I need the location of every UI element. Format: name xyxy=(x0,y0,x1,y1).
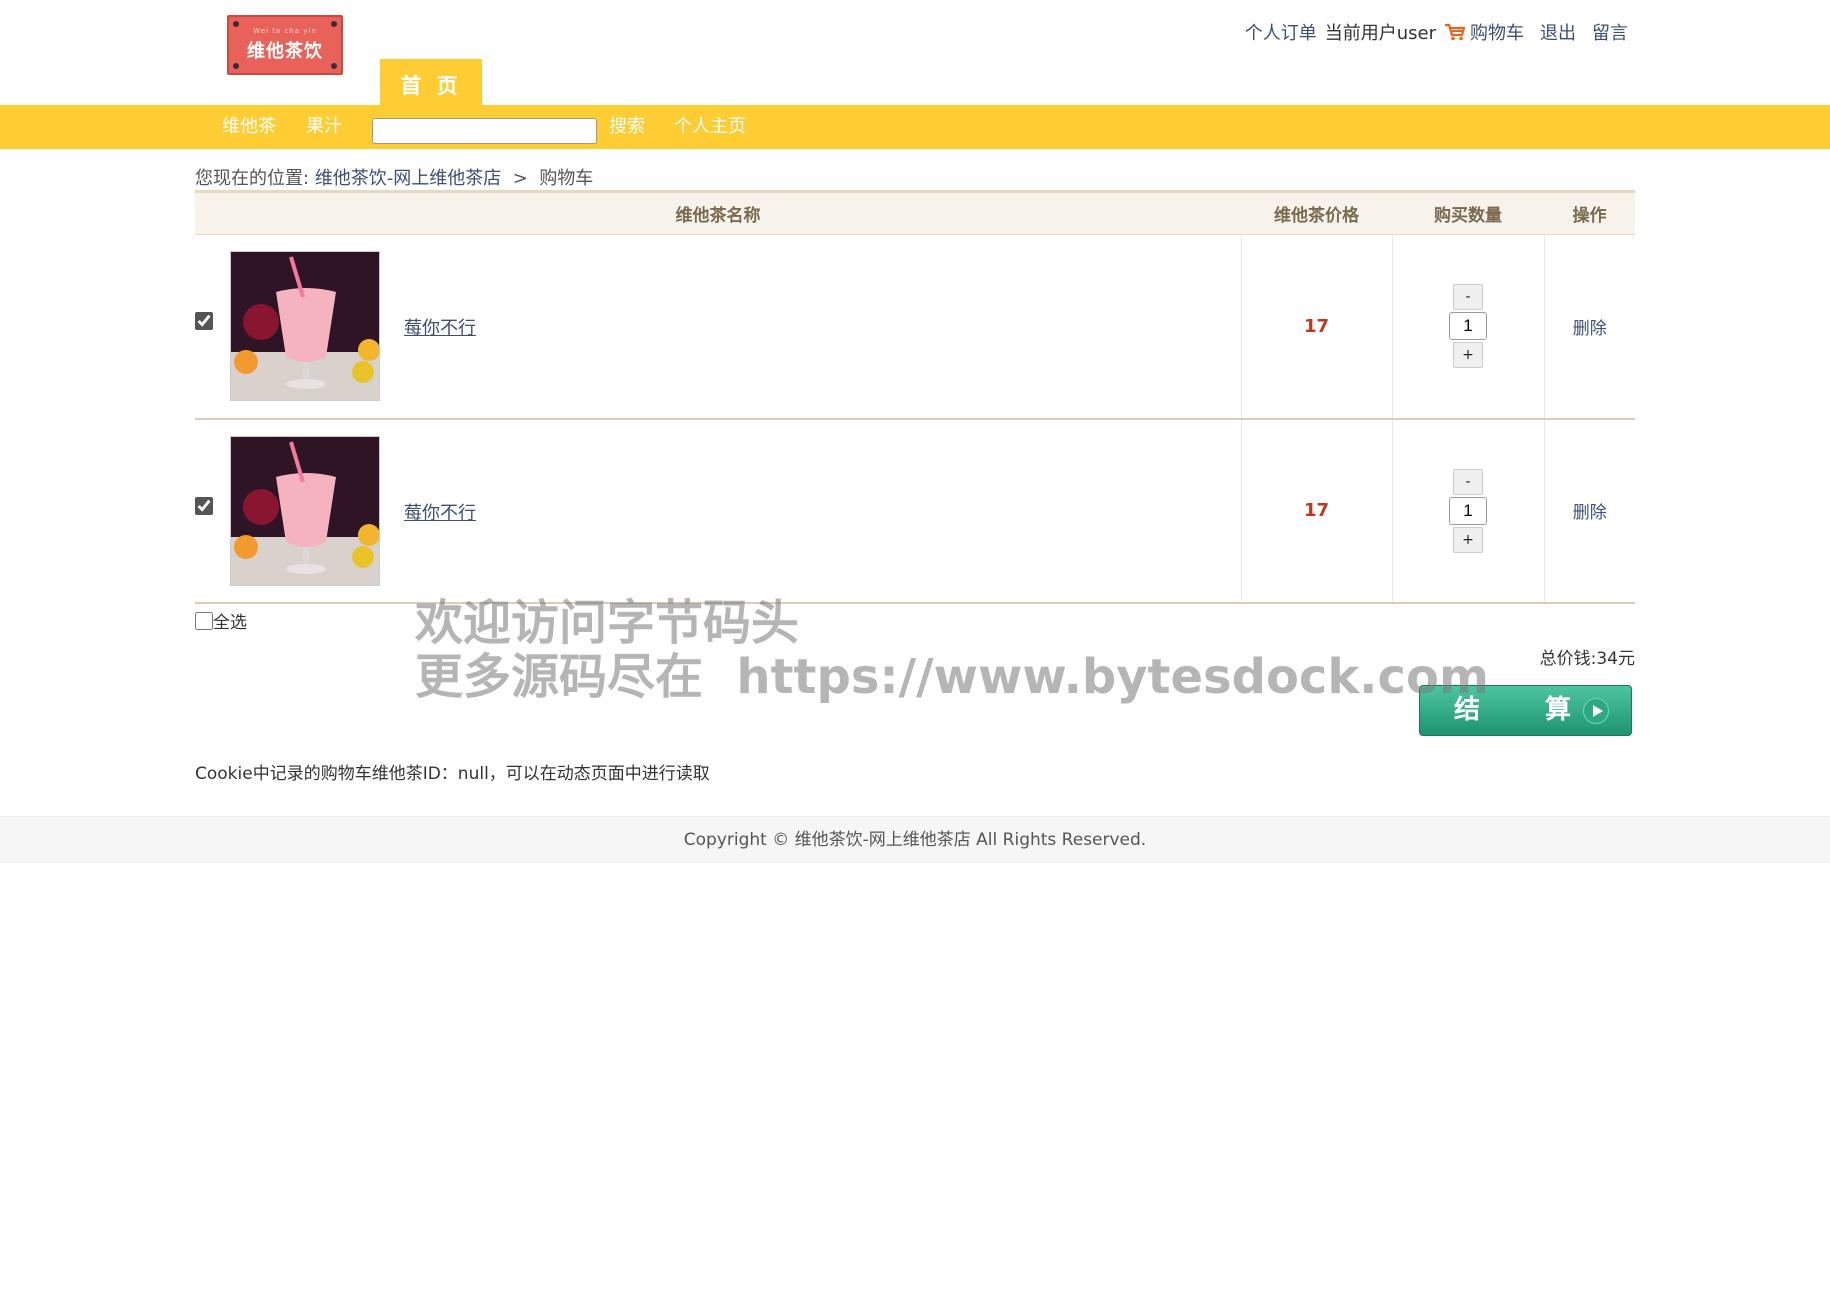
breadcrumb-home-link[interactable]: 维他茶饮-网上维他茶店 xyxy=(315,168,502,189)
row-select-checkbox[interactable] xyxy=(195,312,213,331)
logo-dot xyxy=(233,63,239,69)
logo-dot xyxy=(331,63,337,69)
home-tab[interactable]: 首 页 xyxy=(380,59,482,109)
table-row: 莓你不行 17 - + 删除 xyxy=(195,418,1635,604)
top-links: 个人订单 当前用户user 购物车 退出 留言 xyxy=(1229,19,1628,45)
play-arrow-icon xyxy=(1583,698,1609,724)
cart-icon xyxy=(1444,23,1466,41)
product-name-link[interactable]: 莓你不行 xyxy=(404,314,476,340)
logout-link[interactable]: 退出 xyxy=(1540,19,1576,45)
column-header-action: 操作 xyxy=(1544,190,1635,235)
orders-link[interactable]: 个人订单 xyxy=(1245,19,1317,45)
product-cell: 莓你不行 xyxy=(195,418,1241,604)
nav-item-juice[interactable]: 果汁 xyxy=(306,105,342,149)
nav-item-profile[interactable]: 个人主页 xyxy=(674,105,746,149)
watermark: 欢迎访问字节码头 更多源码尽在 https://www.bytesdock.co… xyxy=(415,596,1489,704)
search-input[interactable] xyxy=(372,118,597,144)
total-price: 总价钱:34元 xyxy=(1539,649,1635,669)
message-link[interactable]: 留言 xyxy=(1592,19,1628,45)
quantity-input[interactable] xyxy=(1449,312,1487,341)
cookie-note: Cookie中记录的购物车维他茶ID：null，可以在动态页面中进行读取 xyxy=(195,764,710,784)
breadcrumb: 您现在的位置: 维他茶饮-网上维他茶店 > 购物车 xyxy=(195,164,593,190)
watermark-line-1: 欢迎访问字节码头 xyxy=(415,595,800,651)
product-name-link[interactable]: 莓你不行 xyxy=(404,499,476,525)
table-row: 莓你不行 17 - + 删除 xyxy=(195,234,1635,420)
search-button[interactable]: 搜索 xyxy=(609,105,645,149)
delete-link[interactable]: 删除 xyxy=(1573,319,1607,339)
column-header-quantity: 购买数量 xyxy=(1392,190,1544,235)
quantity-decrease-button[interactable]: - xyxy=(1453,468,1483,495)
product-image[interactable] xyxy=(230,251,380,402)
logo-name: 维他茶饮 xyxy=(247,41,323,62)
product-cell: 莓你不行 xyxy=(195,234,1241,420)
column-header-name: 维他茶名称 xyxy=(195,190,1241,235)
breadcrumb-separator: > xyxy=(507,168,534,189)
select-all-label: 全选 xyxy=(213,613,247,633)
select-all[interactable]: 全选 xyxy=(195,608,247,633)
quantity-input[interactable] xyxy=(1449,496,1487,525)
breadcrumb-current: 购物车 xyxy=(539,168,594,189)
row-select-checkbox[interactable] xyxy=(195,496,213,515)
main-nav: 维他茶 果汁 搜索 个人主页 xyxy=(0,105,1830,149)
nav-item-tea[interactable]: 维他茶 xyxy=(222,105,276,149)
breadcrumb-prefix: 您现在的位置: xyxy=(195,168,310,189)
cart-table: 维他茶名称 维他茶价格 购买数量 操作 莓你不行 17 - 1 + 删除 莓你不… xyxy=(195,190,1635,604)
cart-link[interactable]: 购物车 xyxy=(1470,19,1524,45)
delete-link[interactable]: 删除 xyxy=(1573,503,1607,523)
product-image[interactable] xyxy=(230,435,380,586)
quantity-cell: - + xyxy=(1391,234,1544,420)
quantity-cell: - + xyxy=(1391,418,1544,604)
column-header-price: 维他茶价格 xyxy=(1241,190,1392,235)
quantity-stepper: - + xyxy=(1449,284,1487,369)
site-logo[interactable]: Wei ta cha yin 维他茶饮 xyxy=(227,15,343,75)
footer-copyright: Copyright © 维他茶饮-网上维他茶店 All Rights Reser… xyxy=(0,816,1830,863)
product-price: 17 xyxy=(1240,418,1392,604)
logo-subtitle: Wei ta cha yin xyxy=(253,27,317,35)
current-user-label: 当前用户user xyxy=(1324,23,1436,44)
action-cell: 删除 xyxy=(1543,418,1635,604)
product-price: 17 xyxy=(1240,234,1392,420)
action-cell: 删除 xyxy=(1543,234,1635,420)
select-all-checkbox[interactable] xyxy=(195,611,213,630)
quantity-decrease-button[interactable]: - xyxy=(1453,284,1483,311)
table-header-row: 维他茶名称 维他茶价格 购买数量 操作 xyxy=(195,190,1635,235)
watermark-line-2: 更多源码尽在 https://www.bytesdock.com xyxy=(415,649,1489,705)
quantity-increase-button[interactable]: + xyxy=(1453,526,1483,553)
quantity-stepper: - + xyxy=(1449,468,1487,553)
quantity-increase-button[interactable]: + xyxy=(1453,342,1483,369)
